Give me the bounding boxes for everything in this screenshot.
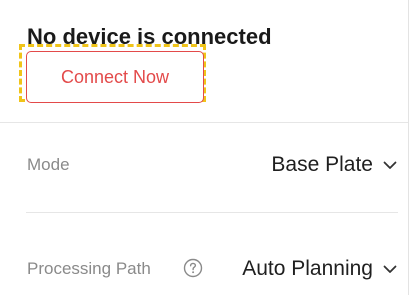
chevron-down-icon [383,265,397,273]
processing-path-label: Processing Path [27,259,151,278]
connect-now-label: Connect Now [60,66,170,87]
mode-select[interactable]: Base Plate [271,152,397,178]
connect-now-button[interactable]: Connect Now [26,51,204,103]
chevron-down-icon [383,161,397,169]
processing-path-select[interactable]: Auto Planning [242,256,397,282]
question-circle-icon[interactable] [183,258,203,278]
panel-right-border [408,0,409,295]
mode-select-value: Base Plate [271,153,373,176]
mode-label: Mode [27,155,70,174]
section-divider [0,122,408,123]
field-divider [26,212,398,213]
processing-path-select-value: Auto Planning [242,257,373,280]
